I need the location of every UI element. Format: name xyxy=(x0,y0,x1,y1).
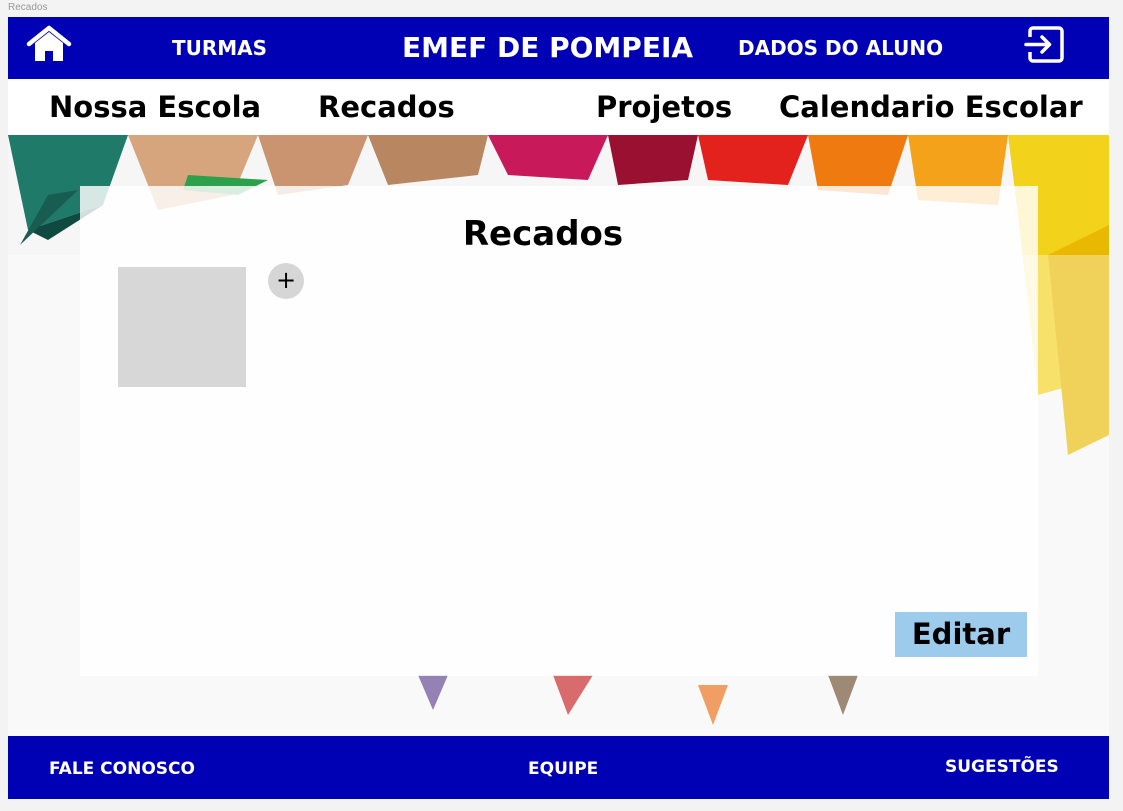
turmas-link[interactable]: TURMAS xyxy=(172,17,267,79)
messages-panel: Recados + Editar xyxy=(80,186,1038,676)
nav-calendario-escolar[interactable]: Calendario Escolar xyxy=(779,79,1083,135)
frame-title: Recados xyxy=(8,2,48,13)
top-bar: TURMAS EMEF DE POMPEIA DADOS DO ALUNO xyxy=(8,17,1109,79)
team-link[interactable]: EQUIPE xyxy=(528,736,598,799)
photo-placeholder xyxy=(118,267,246,387)
nav-projetos[interactable]: Projetos xyxy=(596,79,732,135)
edit-button[interactable]: Editar xyxy=(895,612,1027,657)
messages-title: Recados xyxy=(462,214,624,254)
suggestions-link[interactable]: SUGESTÕES xyxy=(945,734,1059,797)
student-data-link[interactable]: DADOS DO ALUNO xyxy=(738,17,943,79)
home-icon[interactable] xyxy=(26,25,72,65)
nav-recados[interactable]: Recados xyxy=(318,79,455,135)
main-nav: Nossa Escola Recados Projetos Calendario… xyxy=(8,79,1109,135)
add-message-button[interactable]: + xyxy=(268,263,304,299)
nav-nossa-escola[interactable]: Nossa Escola xyxy=(49,79,261,135)
school-name: EMEF DE POMPEIA xyxy=(402,31,694,64)
contact-link[interactable]: FALE CONOSCO xyxy=(49,736,195,799)
footer: FALE CONOSCO EQUIPE SUGESTÕES xyxy=(8,736,1109,799)
logout-icon[interactable] xyxy=(1023,25,1067,65)
